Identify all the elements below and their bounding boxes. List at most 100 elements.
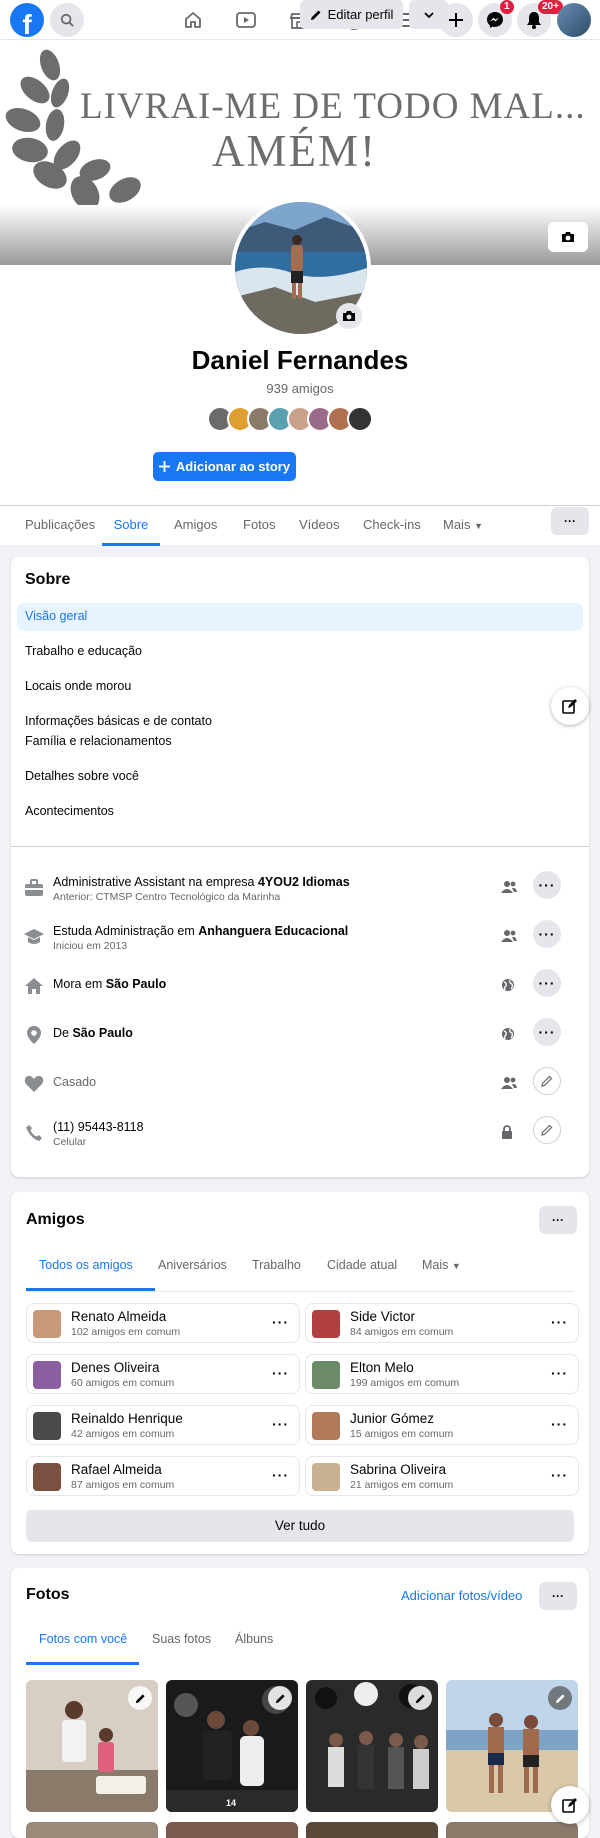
friend-item[interactable]: Denes Oliveira 60 amigos em comum ···	[26, 1354, 300, 1394]
friends-tab-work[interactable]: Trabalho	[252, 1258, 301, 1272]
friend-photo[interactable]	[33, 1361, 61, 1389]
edit-phone-button[interactable]	[533, 1116, 561, 1144]
friend-item[interactable]: Rafael Almeida 87 amigos em comum ···	[26, 1456, 300, 1496]
about-item-work-education[interactable]: Trabalho e educação	[25, 644, 142, 658]
friend-photo[interactable]	[33, 1310, 61, 1338]
friend-options-button[interactable]: ···	[272, 1467, 289, 1483]
friend-name[interactable]: Rafael Almeida	[71, 1462, 162, 1477]
friend-photo[interactable]	[312, 1412, 340, 1440]
photo-thumbnail[interactable]	[306, 1822, 438, 1838]
photo-edit-button[interactable]	[268, 1686, 292, 1710]
photo-edit-button[interactable]	[408, 1686, 432, 1710]
friend-item[interactable]: Reinaldo Henrique 42 amigos em comum ···	[26, 1405, 300, 1445]
photos-options-button[interactable]: ···	[539, 1582, 577, 1610]
photo-edit-button[interactable]	[128, 1686, 152, 1710]
row-options-button[interactable]: ···	[533, 1018, 561, 1046]
tab-photos[interactable]: Fotos	[243, 506, 276, 546]
info-work-company[interactable]: 4YOU2 Idiomas	[258, 875, 350, 889]
edit-profile-picture-button[interactable]	[336, 303, 362, 329]
lock-icon[interactable]	[501, 1125, 517, 1141]
friend-item[interactable]: Junior Gómez 15 amigos em comum ···	[305, 1405, 579, 1445]
friend-name[interactable]: Reinaldo Henrique	[71, 1411, 183, 1426]
friend-avatar[interactable]	[347, 406, 373, 432]
friend-photo[interactable]	[33, 1463, 61, 1491]
see-all-friends-button[interactable]: Ver tudo	[26, 1510, 574, 1542]
photos-tab-albums[interactable]: Álbuns	[235, 1632, 273, 1646]
edit-relationship-button[interactable]	[533, 1067, 561, 1095]
tab-about[interactable]: Sobre	[102, 506, 160, 546]
friend-name[interactable]: Elton Melo	[350, 1360, 414, 1375]
friend-options-button[interactable]: ···	[551, 1416, 568, 1432]
home-icon[interactable]	[181, 8, 205, 32]
account-avatar[interactable]	[557, 3, 591, 37]
friend-item[interactable]: Side Victor 84 amigos em comum ···	[305, 1303, 579, 1343]
watch-icon[interactable]	[234, 8, 258, 32]
friends-tab-more[interactable]: Mais ▼	[422, 1258, 461, 1272]
globe-icon[interactable]	[501, 978, 517, 994]
facebook-logo[interactable]: f	[10, 3, 44, 37]
photo-thumbnail[interactable]	[166, 1822, 298, 1838]
friend-options-button[interactable]: ···	[551, 1467, 568, 1483]
friend-item[interactable]: Elton Melo 199 amigos em comum ···	[305, 1354, 579, 1394]
tab-friends[interactable]: Amigos	[174, 506, 217, 546]
floating-compose-button[interactable]	[551, 1786, 589, 1824]
friend-name[interactable]: Side Victor	[350, 1309, 415, 1324]
info-current-city-name[interactable]: São Paulo	[106, 977, 166, 991]
friend-options-button[interactable]: ···	[272, 1314, 289, 1330]
friends-audience-icon[interactable]	[501, 880, 517, 896]
photo-edit-button[interactable]	[548, 1686, 572, 1710]
about-item-life-events[interactable]: Acontecimentos	[25, 804, 114, 818]
tabs-more-options-button[interactable]: ···	[551, 507, 589, 535]
row-options-button[interactable]: ···	[533, 871, 561, 899]
photo-thumbnail[interactable]	[446, 1822, 578, 1838]
about-item-details[interactable]: Detalhes sobre você	[25, 769, 139, 783]
friends-count[interactable]: 939 amigos	[0, 381, 600, 396]
photo-thumbnail[interactable]	[26, 1822, 158, 1838]
friends-options-button[interactable]: ···	[539, 1206, 577, 1234]
about-item-overview[interactable]: Visão geral	[25, 609, 87, 623]
tab-checkins[interactable]: Check-ins	[363, 506, 421, 546]
about-item-family[interactable]: Família e relacionamentos	[25, 734, 172, 748]
friends-audience-icon[interactable]	[501, 1076, 517, 1092]
row-options-button[interactable]: ···	[533, 969, 561, 997]
info-education-school[interactable]: Anhanguera Educacional	[198, 924, 348, 938]
friend-name[interactable]: Renato Almeida	[71, 1309, 166, 1324]
about-item-contact-info[interactable]: Informações básicas e de contato	[25, 714, 212, 728]
friend-name[interactable]: Sabrina Oliveira	[350, 1462, 446, 1477]
floating-compose-button[interactable]	[551, 687, 589, 725]
photos-tab-with-you[interactable]: Fotos com você	[39, 1632, 127, 1646]
friend-photo[interactable]	[312, 1463, 340, 1491]
friends-tab-current-city[interactable]: Cidade atual	[327, 1258, 397, 1272]
friend-options-button[interactable]: ···	[272, 1416, 289, 1432]
photos-tab-your-photos[interactable]: Suas fotos	[152, 1632, 211, 1646]
friends-tab-birthdays[interactable]: Aniversários	[158, 1258, 227, 1272]
add-to-story-button[interactable]: Adicionar ao story	[153, 452, 296, 481]
info-hometown-name[interactable]: São Paulo	[72, 1026, 132, 1040]
add-photos-link[interactable]: Adicionar fotos/vídeo	[401, 1588, 522, 1603]
friend-name[interactable]: Junior Gómez	[350, 1411, 434, 1426]
friend-photo[interactable]	[312, 1310, 340, 1338]
friends-tab-all[interactable]: Todos os amigos	[39, 1258, 133, 1272]
friend-options-button[interactable]: ···	[272, 1365, 289, 1381]
tab-videos[interactable]: Vídeos	[299, 506, 339, 546]
friend-name[interactable]: Denes Oliveira	[71, 1360, 160, 1375]
photo-thumbnail[interactable]	[306, 1680, 438, 1812]
row-options-button[interactable]: ···	[533, 920, 561, 948]
friends-audience-icon[interactable]	[501, 929, 517, 945]
search-button[interactable]	[50, 3, 84, 37]
more-options-button[interactable]	[409, 0, 448, 29]
globe-icon[interactable]	[501, 1027, 517, 1043]
photo-thumbnail[interactable]: 14	[166, 1680, 298, 1812]
edit-cover-button[interactable]	[548, 222, 588, 252]
friend-options-button[interactable]: ···	[551, 1365, 568, 1381]
photo-thumbnail[interactable]	[26, 1680, 158, 1812]
friend-item[interactable]: Sabrina Oliveira 21 amigos em comum ···	[305, 1456, 579, 1496]
tab-more[interactable]: Mais ▼	[443, 506, 483, 546]
friend-options-button[interactable]: ···	[551, 1314, 568, 1330]
edit-profile-button[interactable]: Editar perfil	[300, 0, 403, 29]
tab-posts[interactable]: Publicações	[25, 506, 95, 546]
about-item-places[interactable]: Locais onde morou	[25, 679, 131, 693]
friend-photo[interactable]	[33, 1412, 61, 1440]
friend-item[interactable]: Renato Almeida 102 amigos em comum ···	[26, 1303, 300, 1343]
friend-photo[interactable]	[312, 1361, 340, 1389]
